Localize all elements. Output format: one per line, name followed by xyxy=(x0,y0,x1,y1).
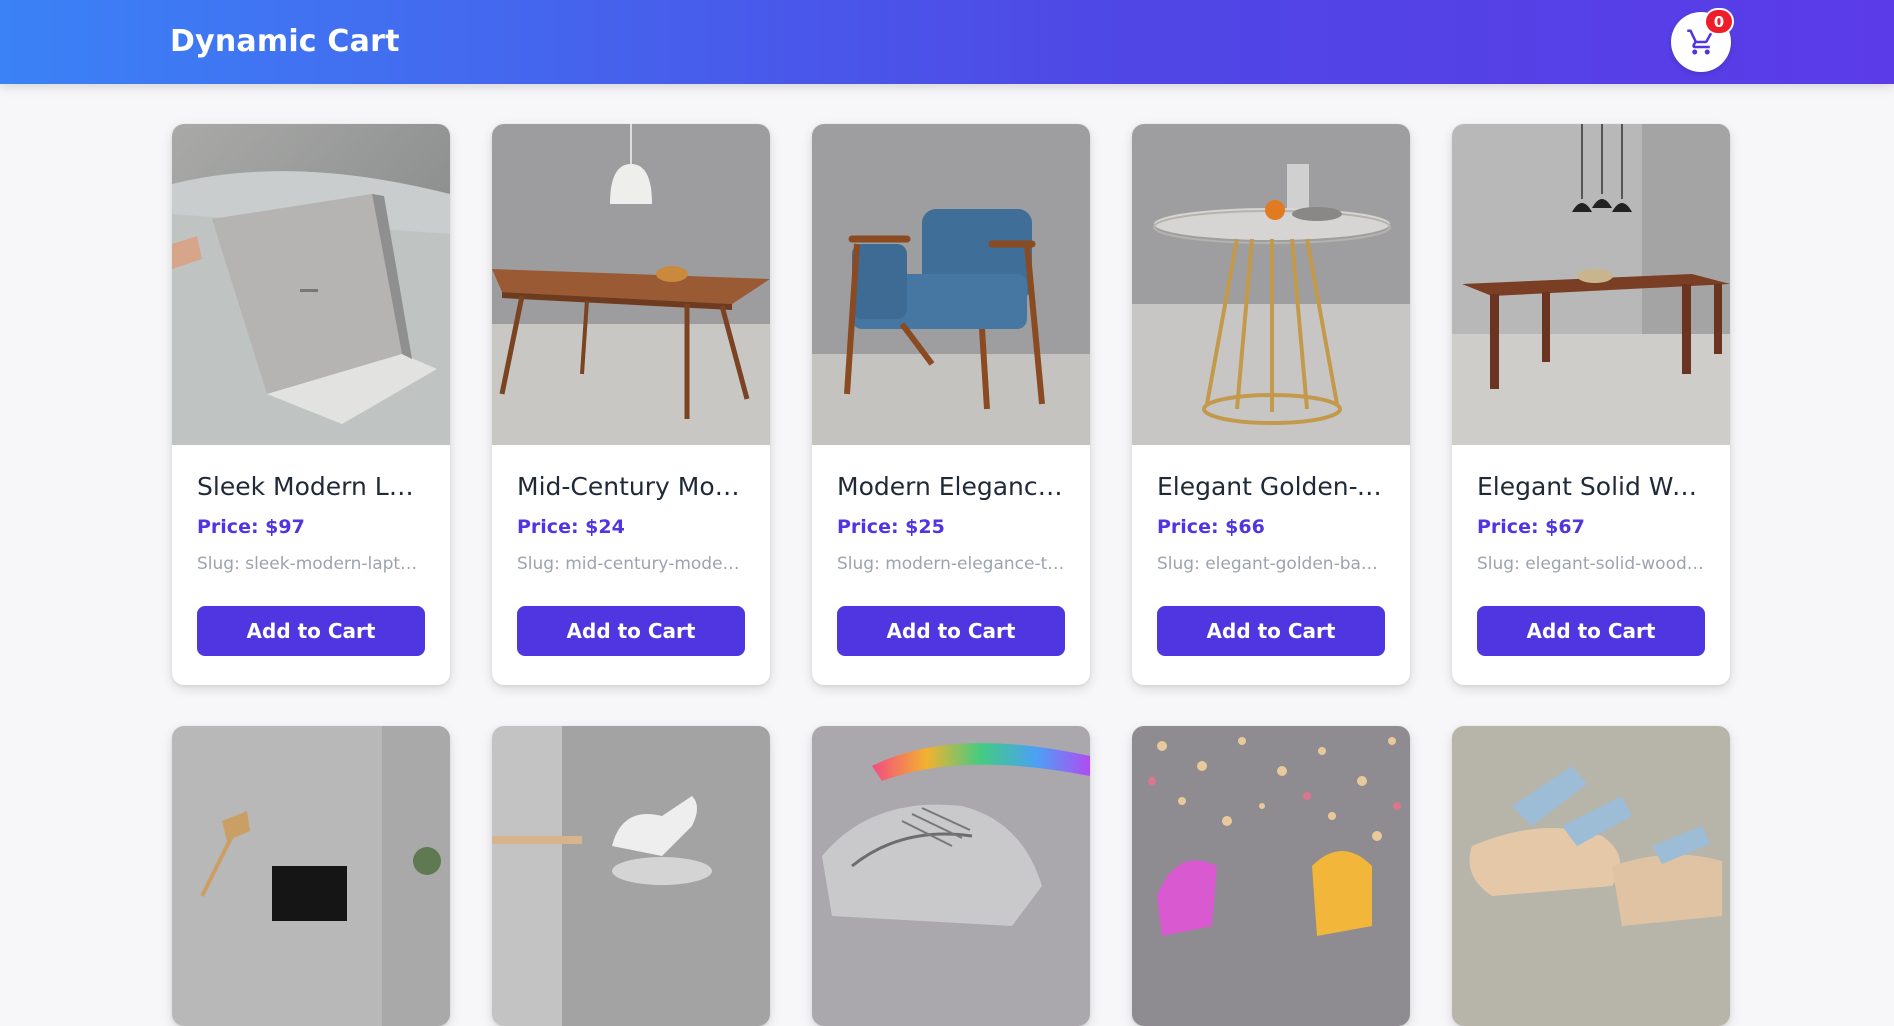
add-to-cart-button[interactable]: Add to Cart xyxy=(837,606,1065,656)
add-to-cart-button[interactable]: Add to Cart xyxy=(1157,606,1385,656)
product-slug: Slug: sleek-modern-laptop-... xyxy=(197,554,425,574)
product-price: Price: $24 xyxy=(517,516,625,538)
product-price: Price: $66 xyxy=(1157,516,1265,538)
product-price: Price: $97 xyxy=(197,516,305,538)
product-card xyxy=(812,726,1090,1026)
product-image xyxy=(812,726,1090,1026)
product-title: Modern Elegance ... xyxy=(837,472,1065,501)
product-card xyxy=(492,726,770,1026)
app-header: Dynamic Cart 0 xyxy=(0,0,1894,84)
product-card xyxy=(172,726,450,1026)
cart-count-badge: 0 xyxy=(1704,8,1734,35)
product-card xyxy=(1452,726,1730,1026)
product-image xyxy=(1452,726,1730,1026)
product-title: Mid-Century Mod... xyxy=(517,472,745,501)
product-slug: Slug: elegant-golden-base-... xyxy=(1157,554,1385,574)
product-card: Elegant Golden-B... Price: $66 Slug: ele… xyxy=(1132,124,1410,685)
product-title: Elegant Golden-B... xyxy=(1157,472,1385,501)
brand-title[interactable]: Dynamic Cart xyxy=(170,24,400,59)
product-card: Modern Elegance ... Price: $25 Slug: mod… xyxy=(812,124,1090,685)
product-price: Price: $25 xyxy=(837,516,945,538)
product-image xyxy=(492,726,770,1026)
add-to-cart-button[interactable]: Add to Cart xyxy=(1477,606,1705,656)
product-image xyxy=(172,726,450,1026)
add-to-cart-button[interactable]: Add to Cart xyxy=(197,606,425,656)
product-card: Sleek Modern Lap... Price: $97 Slug: sle… xyxy=(172,124,450,685)
product-card: Elegant Solid Wo... Price: $67 Slug: ele… xyxy=(1452,124,1730,685)
product-image xyxy=(492,124,770,445)
product-card xyxy=(1132,726,1410,1026)
product-image xyxy=(1132,124,1410,445)
product-card: Mid-Century Mod... Price: $24 Slug: mid-… xyxy=(492,124,770,685)
product-image xyxy=(812,124,1090,445)
product-slug: Slug: elegant-solid-wood-d... xyxy=(1477,554,1705,574)
product-slug: Slug: modern-elegance-teal... xyxy=(837,554,1065,574)
product-title: Elegant Solid Wo... xyxy=(1477,472,1705,501)
product-image xyxy=(1132,726,1410,1026)
add-to-cart-button[interactable]: Add to Cart xyxy=(517,606,745,656)
product-price: Price: $67 xyxy=(1477,516,1585,538)
product-title: Sleek Modern Lap... xyxy=(197,472,425,501)
product-image xyxy=(172,124,450,445)
product-image xyxy=(1452,124,1730,445)
product-slug: Slug: mid-century-modern-... xyxy=(517,554,745,574)
